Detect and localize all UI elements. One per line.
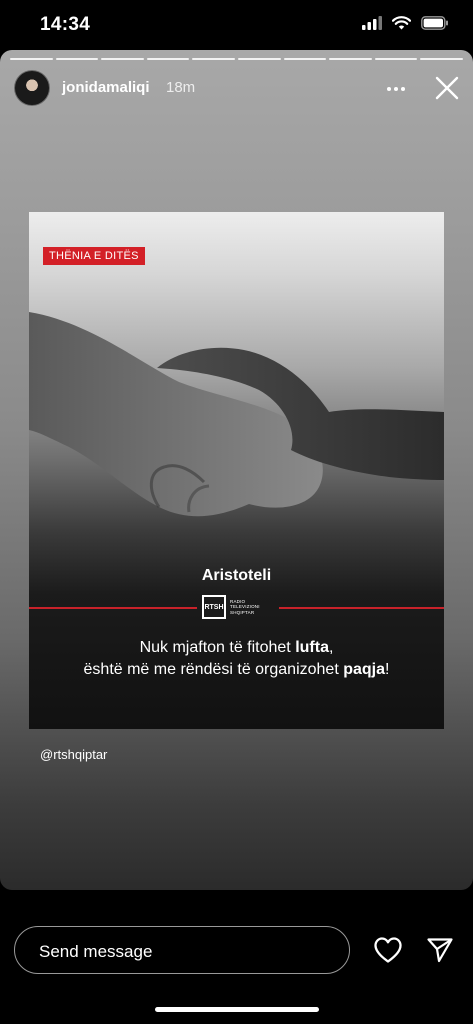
rtsh-logo-box: RTSH xyxy=(202,595,226,619)
close-button[interactable] xyxy=(433,74,461,102)
rtsh-logo-line: SHQIPTAR xyxy=(230,609,255,615)
quote-segment: është më me rëndësi të organizohet xyxy=(83,661,344,678)
story-progress-segment xyxy=(237,58,281,60)
rtsh-logo: RTSH RADIO TELEVIZIONI SHQIPTAR xyxy=(202,594,274,620)
quote-segment: Nuk mjafton të fitohet xyxy=(139,639,296,656)
story-progress-segment xyxy=(374,58,418,60)
quote-segment: , xyxy=(328,639,334,656)
like-button[interactable] xyxy=(373,936,403,964)
rtsh-logo-line: TELEVIZIONI xyxy=(230,604,260,610)
story-progress-segment xyxy=(283,58,327,60)
status-time: 14:34 xyxy=(40,14,91,35)
story-viewer[interactable]: jonidamaliqi 18m THËNIA E DITËS Aristote… xyxy=(0,50,473,890)
quote-segment: ! xyxy=(385,661,390,678)
quote-text: Nuk mjafton të fitohet lufta, është më m… xyxy=(29,637,444,681)
status-bar: 14:34 xyxy=(0,0,473,50)
close-icon xyxy=(435,76,459,100)
story-username[interactable]: jonidamaliqi xyxy=(62,79,150,96)
quote-highlight: paqja xyxy=(343,661,386,678)
story-progress-segment xyxy=(146,58,190,60)
divider-line-right xyxy=(279,607,444,609)
battery-icon xyxy=(421,16,448,30)
rtsh-logo-text: RADIO TELEVIZIONI SHQIPTAR xyxy=(230,599,260,616)
reply-bar: Send message xyxy=(0,920,473,980)
home-indicator xyxy=(155,1007,319,1012)
handshake-image xyxy=(29,312,444,517)
story-time-ago: 18m xyxy=(166,79,196,96)
send-message-input[interactable]: Send message xyxy=(14,926,350,974)
post-badge: THËNIA E DITËS xyxy=(43,247,145,265)
wifi-icon xyxy=(392,16,411,30)
more-options-button[interactable] xyxy=(381,78,411,100)
more-icon xyxy=(387,87,405,91)
status-icons xyxy=(362,16,449,30)
heart-icon xyxy=(374,937,402,963)
mention-sticker[interactable]: @rtshqiptar xyxy=(40,747,107,762)
story-progress-segment xyxy=(192,58,235,60)
share-button[interactable] xyxy=(426,936,454,964)
quote-highlight: lufta xyxy=(295,639,329,656)
logo-divider: RTSH RADIO TELEVIZIONI SHQIPTAR xyxy=(29,592,444,622)
cellular-signal-icon xyxy=(362,16,382,30)
avatar[interactable] xyxy=(14,70,50,106)
story-progress-bar xyxy=(10,58,463,60)
send-message-placeholder: Send message xyxy=(39,942,153,961)
shared-post[interactable]: THËNIA E DITËS Aristoteli RTSH RADIO TEL… xyxy=(29,212,444,729)
send-icon xyxy=(427,938,453,963)
story-progress-segment xyxy=(10,58,53,60)
quote-author: Aristoteli xyxy=(201,567,272,584)
story-progress-segment xyxy=(55,58,99,60)
story-progress-segment xyxy=(420,58,463,60)
divider-line-left xyxy=(29,607,197,609)
story-progress-segment xyxy=(329,58,372,60)
story-progress-segment xyxy=(101,58,144,60)
story-header: jonidamaliqi 18m xyxy=(12,70,461,108)
